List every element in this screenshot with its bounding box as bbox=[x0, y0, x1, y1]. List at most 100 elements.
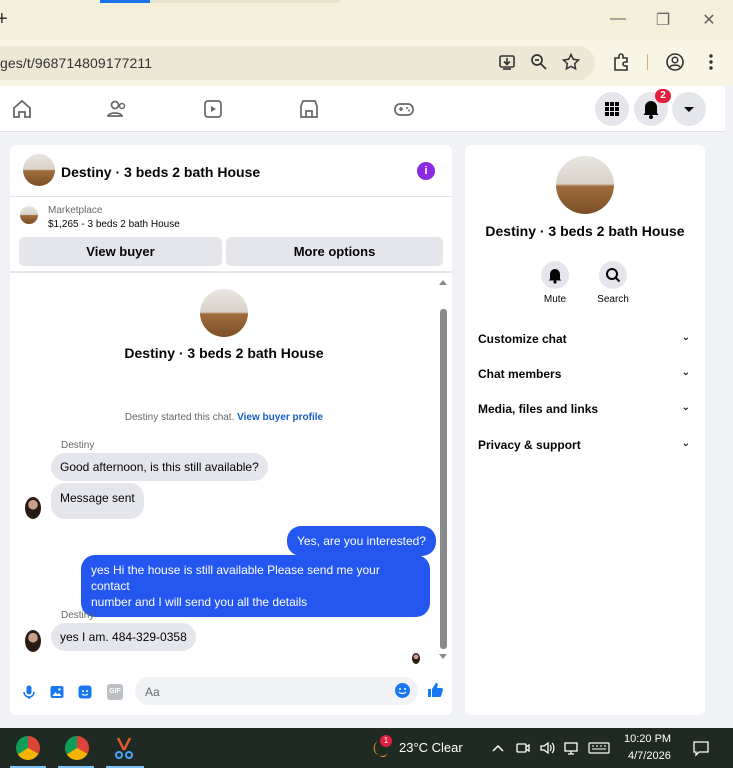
toolbar-separator bbox=[647, 54, 648, 70]
url-text[interactable]: ges/t/968714809177211 bbox=[0, 55, 152, 71]
conversation-title: Destiny · 3 beds 2 bath House bbox=[124, 345, 324, 361]
close-window-button[interactable]: ✕ bbox=[699, 10, 719, 30]
seen-receipt-avatar bbox=[412, 653, 420, 664]
video-icon[interactable] bbox=[202, 98, 224, 120]
profile-icon[interactable] bbox=[665, 52, 685, 72]
outgoing-message-line: number and I will send you all the detai… bbox=[91, 595, 308, 609]
emoji-icon[interactable] bbox=[395, 683, 410, 698]
outgoing-message[interactable]: yes Hi the house is still available Plea… bbox=[81, 555, 430, 617]
chat-title[interactable]: Destiny · 3 beds 2 bath House bbox=[61, 164, 260, 180]
install-app-icon[interactable] bbox=[497, 52, 517, 72]
page-scrollbar[interactable] bbox=[725, 86, 733, 726]
marketplace-icon[interactable] bbox=[298, 98, 320, 120]
browser-titlebar: + — ❐ ✕ bbox=[0, 0, 733, 40]
keyboard-icon[interactable] bbox=[588, 740, 610, 756]
marketplace-label: Marketplace bbox=[48, 205, 103, 216]
extensions-icon[interactable] bbox=[611, 52, 631, 72]
listing-price-title[interactable]: $1,265 - 3 beds 2 bath House bbox=[48, 219, 180, 230]
incoming-message[interactable]: Message sent bbox=[51, 483, 144, 519]
bell-icon bbox=[548, 269, 562, 284]
menu-grid-icon bbox=[605, 102, 619, 116]
row-label: Privacy & support bbox=[478, 438, 581, 452]
microphone-icon[interactable] bbox=[21, 684, 37, 700]
more-options-button[interactable]: More options bbox=[226, 237, 443, 266]
volume-icon[interactable] bbox=[539, 740, 555, 756]
info-icon[interactable]: i bbox=[417, 162, 435, 180]
gif-icon[interactable]: GIF bbox=[107, 684, 123, 700]
emoji-face-icon bbox=[398, 688, 407, 695]
details-title: Destiny · 3 beds 2 bath House bbox=[485, 223, 685, 239]
incoming-message[interactable]: Good afternoon, is this still available? bbox=[51, 453, 268, 481]
row-label: Chat members bbox=[478, 367, 562, 381]
outgoing-message[interactable]: Yes, are you interested? bbox=[287, 526, 436, 556]
listing-thumbnail[interactable] bbox=[20, 206, 38, 224]
restore-button[interactable]: ❐ bbox=[653, 10, 673, 30]
notification-center-icon[interactable] bbox=[692, 739, 710, 757]
marketplace-listing-bar: Marketplace $1,265 - 3 beds 2 bath House… bbox=[10, 197, 452, 273]
sender-name: Destiny bbox=[61, 440, 95, 451]
chat-members-row[interactable]: Chat members ⌄ bbox=[478, 367, 690, 381]
mute-button[interactable] bbox=[541, 261, 569, 289]
incoming-message[interactable]: yes I am. 484-329-0358 bbox=[51, 623, 196, 651]
chevron-up-icon[interactable] bbox=[491, 741, 505, 755]
sender-avatar[interactable] bbox=[25, 497, 41, 519]
chevron-down-icon: ⌄ bbox=[681, 367, 690, 378]
clock-time[interactable]: 10:20 PM bbox=[624, 733, 671, 745]
view-buyer-button[interactable]: View buyer bbox=[19, 237, 222, 266]
bookmark-star-icon[interactable] bbox=[561, 52, 581, 72]
menu-grid-button[interactable] bbox=[595, 92, 629, 126]
chat-started-notice: Destiny started this chat. View buyer pr… bbox=[10, 412, 438, 423]
home-icon[interactable] bbox=[11, 98, 33, 120]
chevron-down-icon bbox=[684, 107, 694, 112]
meet-now-icon[interactable] bbox=[515, 740, 531, 756]
message-list: Destiny · 3 beds 2 bath House Destiny st… bbox=[10, 275, 452, 665]
sender-avatar[interactable] bbox=[25, 630, 41, 652]
sticker-icon[interactable] bbox=[77, 684, 93, 700]
privacy-support-row[interactable]: Privacy & support ⌄ bbox=[478, 438, 690, 452]
chevron-down-icon: ⌄ bbox=[681, 438, 690, 449]
search-icon bbox=[606, 268, 621, 283]
view-buyer-profile-link[interactable]: View buyer profile bbox=[237, 412, 323, 423]
outgoing-message-line: yes Hi the house is still available Plea… bbox=[91, 563, 380, 593]
browser-menu-icon[interactable] bbox=[701, 52, 721, 72]
facebook-nav-bar bbox=[0, 86, 725, 132]
chevron-down-icon: ⌄ bbox=[681, 402, 690, 413]
minimize-button[interactable]: — bbox=[608, 10, 628, 28]
details-avatar[interactable] bbox=[556, 156, 614, 214]
search-label: Search bbox=[597, 294, 629, 305]
active-tab-indicator bbox=[100, 0, 150, 3]
snipping-tool-icon[interactable] bbox=[112, 736, 136, 760]
message-input[interactable]: Aa bbox=[135, 677, 418, 705]
conversation-avatar[interactable] bbox=[200, 289, 248, 337]
chrome-profile-app-icon[interactable] bbox=[65, 736, 89, 760]
photo-icon[interactable] bbox=[49, 684, 65, 700]
mute-label: Mute bbox=[543, 294, 567, 305]
message-composer: GIF Aa bbox=[10, 673, 452, 715]
gaming-icon[interactable] bbox=[393, 98, 415, 120]
media-files-links-row[interactable]: Media, files and links ⌄ bbox=[478, 402, 690, 416]
account-dropdown-button[interactable] bbox=[672, 92, 706, 126]
chat-panel: Destiny · 3 beds 2 bath House i Marketpl… bbox=[10, 145, 452, 715]
chat-scrollbar-thumb[interactable] bbox=[440, 309, 447, 649]
clock-date[interactable]: 4/7/2026 bbox=[628, 750, 671, 762]
row-label: Media, files and links bbox=[478, 402, 599, 416]
chat-avatar[interactable] bbox=[23, 154, 55, 186]
chrome-app-icon[interactable] bbox=[16, 736, 40, 760]
tab-strip bbox=[150, 0, 340, 3]
scroll-down-icon[interactable] bbox=[438, 653, 448, 661]
thumbs-up-icon[interactable] bbox=[426, 681, 444, 699]
chat-started-text: Destiny started this chat. bbox=[124, 412, 235, 423]
chat-header: Destiny · 3 beds 2 bath House i bbox=[10, 145, 452, 197]
chevron-down-icon: ⌄ bbox=[681, 332, 690, 343]
scroll-up-icon[interactable] bbox=[438, 278, 448, 286]
row-label: Customize chat bbox=[478, 332, 567, 346]
notification-badge: 2 bbox=[655, 89, 671, 103]
weather-badge: 1 bbox=[380, 735, 392, 747]
search-button[interactable] bbox=[599, 261, 627, 289]
zoom-icon[interactable] bbox=[529, 52, 549, 72]
weather-text[interactable]: 23°C Clear bbox=[399, 740, 463, 755]
friends-icon[interactable] bbox=[106, 98, 128, 120]
new-tab-button[interactable]: + bbox=[0, 8, 8, 31]
network-icon[interactable] bbox=[563, 740, 581, 756]
customize-chat-row[interactable]: Customize chat ⌄ bbox=[478, 332, 690, 346]
